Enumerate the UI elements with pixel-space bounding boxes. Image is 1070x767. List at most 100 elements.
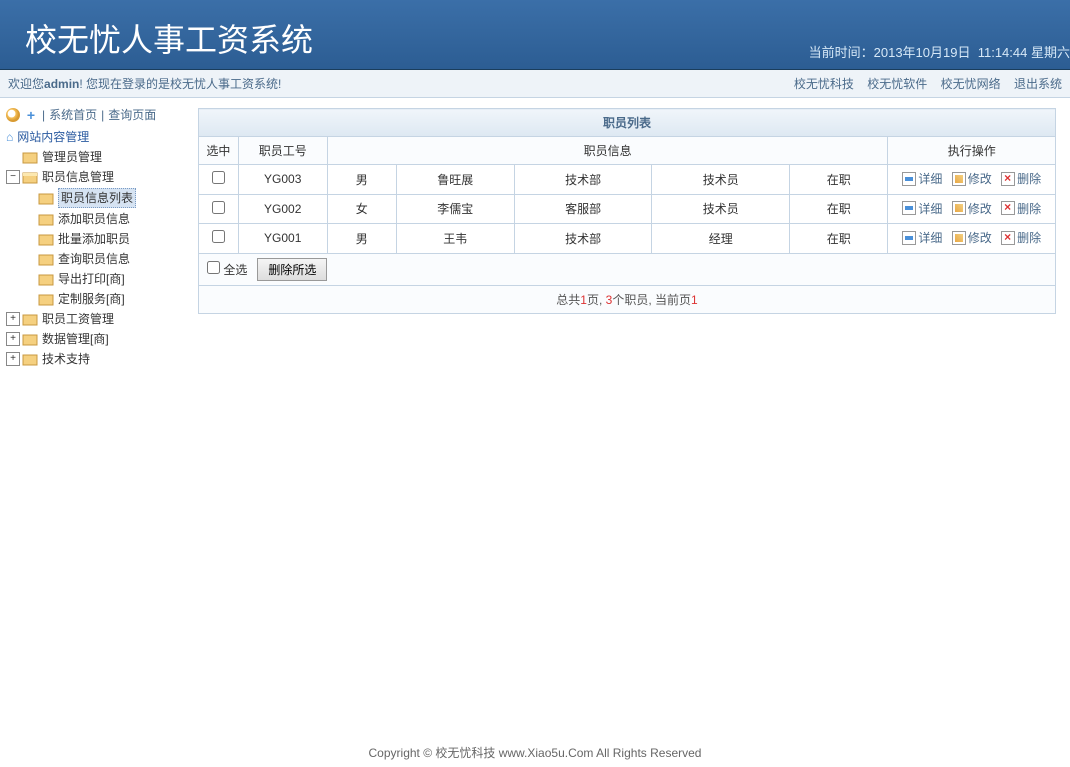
tree-toggle-salary[interactable]: + [6,312,20,326]
cell-dept: 技术部 [514,224,652,254]
delete-selected-button[interactable]: 删除所选 [257,258,327,281]
col-select: 选中 [199,137,239,165]
cell-actions: 详细 修改 删除 [888,224,1056,254]
cell-empid: YG002 [238,194,327,224]
table-title: 职员列表 [199,109,1056,137]
cell-actions: 详细 修改 删除 [888,194,1056,224]
tree-toggle-data[interactable]: + [6,332,20,346]
link-tech[interactable]: 校无忧科技 [794,77,854,91]
tree-custom[interactable]: 定制服务[商] [58,290,125,308]
cell-gender: 男 [327,165,396,195]
nav-tree: ⌂ 网站内容管理 管理员管理 − 职员信息管理 职员信息列表 添加 [6,127,184,369]
delete-button[interactable]: 删除 [1001,200,1041,217]
delete-icon [1001,231,1015,245]
cell-position: 技术员 [652,194,790,224]
topbar-links: 校无忧科技 校无忧软件 校无忧网络 退出系统 [784,70,1062,97]
footer: Copyright © 校无忧科技 www.Xiao5u.Com All Rig… [0,738,1070,767]
sidebar: + | 系统首页 | 查询页面 ⌂ 网站内容管理 管理员管理 − 职员信息管理 [0,98,190,738]
cell-name: 王韦 [396,224,514,254]
folder-icon [22,150,38,164]
sidebar-toolbar: + | 系统首页 | 查询页面 [6,106,184,123]
tree-admin[interactable]: 管理员管理 [42,148,102,166]
select-all-checkbox[interactable] [207,261,220,274]
cell-gender: 女 [327,194,396,224]
row-checkbox[interactable] [212,201,225,214]
folder-icon [38,232,54,246]
cell-name: 鲁旺展 [396,165,514,195]
edit-icon [952,231,966,245]
detail-icon [902,172,916,186]
folder-icon [22,332,38,346]
row-checkbox[interactable] [212,230,225,243]
edit-button[interactable]: 修改 [952,200,992,217]
folder-icon [22,352,38,366]
cell-status: 在职 [790,224,888,254]
tree-toggle-emp[interactable]: − [6,170,20,184]
link-logout[interactable]: 退出系统 [1014,77,1062,91]
delete-icon [1001,172,1015,186]
tree-add-emp[interactable]: 添加职员信息 [58,210,130,228]
link-software[interactable]: 校无忧软件 [867,77,927,91]
cell-status: 在职 [790,194,888,224]
tree-emp-list[interactable]: 职员信息列表 [58,188,136,208]
topbar: 欢迎您admin! 您现在登录的是校无忧人事工资系统! 校无忧科技 校无忧软件 … [0,70,1070,98]
tree-query-emp[interactable]: 查询职员信息 [58,250,130,268]
detail-button[interactable]: 详细 [902,229,942,246]
detail-icon [902,231,916,245]
tree-export[interactable]: 导出打印[商] [58,270,125,288]
tree-toggle-support[interactable]: + [6,352,20,366]
cell-gender: 男 [327,224,396,254]
detail-button[interactable]: 详细 [902,170,942,187]
magnify-icon[interactable] [6,108,20,122]
delete-button[interactable]: 删除 [1001,229,1041,246]
cell-position: 技术员 [652,165,790,195]
folder-icon [38,252,54,266]
table-row: YG003 男 鲁旺展 技术部 技术员 在职 详细 修改 删除 [199,165,1056,195]
folder-icon [22,312,38,326]
col-empid: 职员工号 [238,137,327,165]
tree-data[interactable]: 数据管理[商] [42,330,109,348]
query-link[interactable]: 查询页面 [108,106,156,123]
link-network[interactable]: 校无忧网络 [941,77,1001,91]
folder-icon [38,191,54,205]
folder-open-icon [22,170,38,184]
edit-button[interactable]: 修改 [952,229,992,246]
edit-button[interactable]: 修改 [952,170,992,187]
folder-icon [38,212,54,226]
cell-empid: YG001 [238,224,327,254]
detail-icon [902,201,916,215]
col-info: 职员信息 [327,137,888,165]
cell-position: 经理 [652,224,790,254]
home-link[interactable]: 系统首页 [49,106,97,123]
tree-batch-add[interactable]: 批量添加职员 [58,230,130,248]
tree-salary[interactable]: 职员工资管理 [42,310,114,328]
cell-dept: 客服部 [514,194,652,224]
cell-actions: 详细 修改 删除 [888,165,1056,195]
current-time: 当前时间：2013年10月19日 11:14:44 星期六 [809,42,1070,61]
header: 校无忧人事工资系统 当前时间：2013年10月19日 11:14:44 星期六 [0,0,1070,70]
plus-icon[interactable]: + [24,108,38,122]
pager: 总共1页, 3个职员, 当前页1 [199,285,1056,313]
table-row: YG002 女 李儒宝 客服部 技术员 在职 详细 修改 删除 [199,194,1056,224]
cell-status: 在职 [790,165,888,195]
edit-icon [952,172,966,186]
cell-empid: YG003 [238,165,327,195]
edit-icon [952,201,966,215]
col-actions: 执行操作 [888,137,1056,165]
tree-support[interactable]: 技术支持 [42,350,90,368]
cell-dept: 技术部 [514,165,652,195]
cell-name: 李儒宝 [396,194,514,224]
folder-icon [38,292,54,306]
select-all-label: 全选 [223,263,247,277]
delete-icon [1001,201,1015,215]
folder-icon [38,272,54,286]
delete-button[interactable]: 删除 [1001,170,1041,187]
employee-table: 职员列表 选中 职员工号 职员信息 执行操作 YG003 男 鲁旺展 技术部 技… [198,108,1056,314]
tree-root[interactable]: 网站内容管理 [17,128,89,146]
main-content: 职员列表 选中 职员工号 职员信息 执行操作 YG003 男 鲁旺展 技术部 技… [190,98,1070,738]
tree-emp-info[interactable]: 职员信息管理 [42,168,114,186]
detail-button[interactable]: 详细 [902,200,942,217]
row-checkbox[interactable] [212,171,225,184]
table-row: YG001 男 王韦 技术部 经理 在职 详细 修改 删除 [199,224,1056,254]
table-footer: 全选 删除所选 [199,253,1056,285]
